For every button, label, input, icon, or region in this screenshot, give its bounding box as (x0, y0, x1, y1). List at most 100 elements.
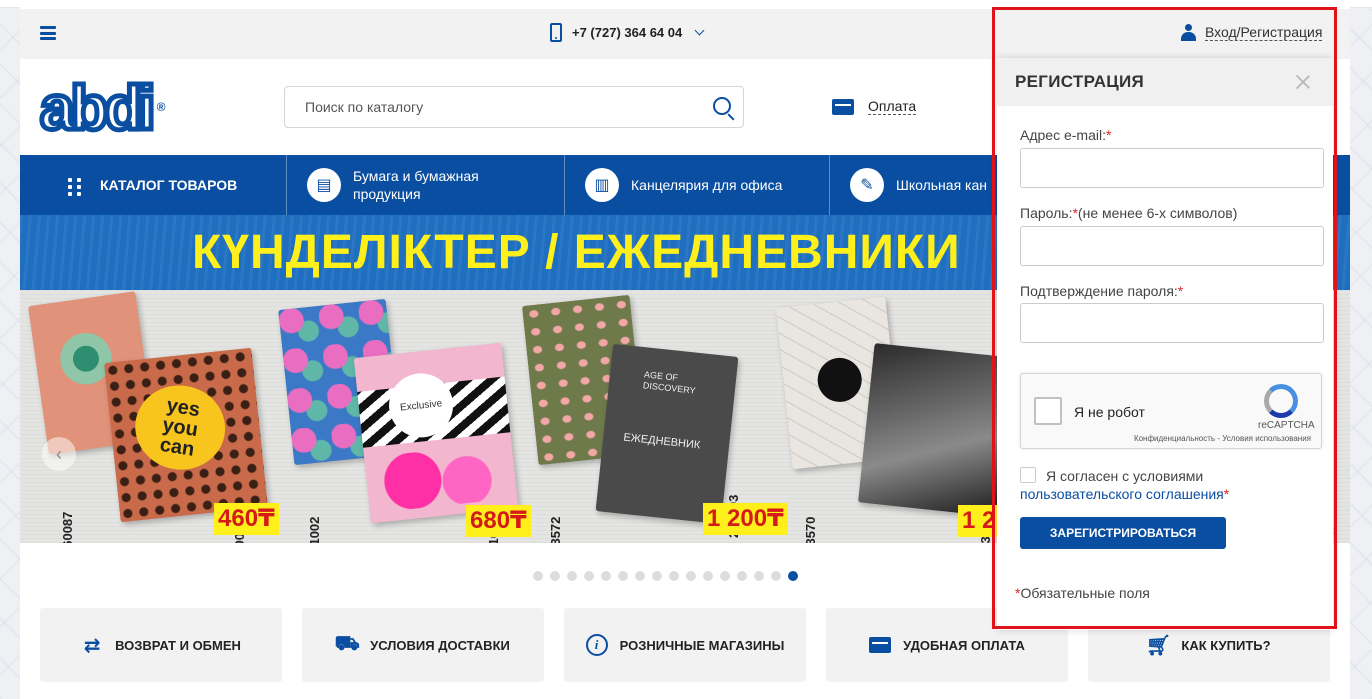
slider-dot[interactable] (669, 571, 679, 581)
abdi-logo[interactable]: abdi ® (37, 75, 165, 142)
recaptcha-terms[interactable]: Конфиденциальность - Условия использован… (1134, 434, 1311, 443)
sku-label: 253572 (548, 516, 563, 543)
feature-label: УДОБНАЯ ОПЛАТА (903, 637, 1025, 653)
slider-dot[interactable] (788, 571, 798, 581)
feature-label: ВОЗВРАТ И ОБМЕН (115, 637, 241, 653)
slider-dot[interactable] (584, 571, 594, 581)
password-field[interactable] (1020, 226, 1324, 266)
phone-selector[interactable]: +7 (727) 364 64 04 (550, 23, 705, 42)
chevron-down-icon (694, 25, 705, 36)
info-icon: i (585, 634, 608, 656)
close-icon[interactable] (1295, 74, 1311, 90)
required-asterisk: * (1177, 283, 1184, 299)
price-tag: 1 200₸ (703, 503, 788, 535)
card-icon (869, 634, 892, 656)
search-icon[interactable] (713, 97, 731, 115)
black-circle (815, 355, 864, 405)
binder-icon: ▥ (585, 168, 619, 202)
register-button[interactable]: ЗАРЕГИСТРИРОВАТЬСЯ (1020, 517, 1226, 549)
registration-modal: РЕГИСТРАЦИЯ Адрес e-mail:* Пароль:*(не м… (997, 58, 1333, 630)
slider-dot[interactable] (720, 571, 730, 581)
top-bar: +7 (727) 364 64 04 Вход/Регистрация (20, 9, 1350, 59)
slider-prev-button[interactable]: ‹ (42, 437, 76, 471)
catalog-menu-button[interactable]: КАТАЛОГ ТОВАРОВ (20, 155, 287, 215)
sku-label: 253570 (803, 516, 818, 543)
price-tag: 460₸ (214, 503, 279, 535)
confirm-password-field[interactable] (1020, 303, 1324, 343)
sku-label: 260087 (60, 511, 75, 543)
menu-icon[interactable] (40, 26, 56, 40)
required-asterisk: * (1223, 486, 1230, 502)
feature-delivery[interactable]: ⛟ УСЛОВИЯ ДОСТАВКИ (302, 608, 544, 682)
return-icon: ⇄ (83, 634, 101, 657)
slider-dot[interactable] (737, 571, 747, 581)
agree-label: Я согласен с условиями (1046, 468, 1204, 484)
modal-header: РЕГИСТРАЦИЯ (997, 58, 1333, 106)
recaptcha-label: Я не робот (1074, 404, 1145, 420)
slider-dot[interactable] (686, 571, 696, 581)
slider-dot[interactable] (635, 571, 645, 581)
diary-label: ЕЖЕДНЕВНИК (622, 431, 701, 452)
nav-item-label: Школьная кан (896, 177, 987, 193)
slider-dot[interactable] (533, 571, 543, 581)
required-fields-note: *Обязательные поля (1015, 585, 1150, 601)
slider-dot[interactable] (550, 571, 560, 581)
feature-stores[interactable]: i РОЗНИЧНЫЕ МАГАЗИНЫ (564, 608, 806, 682)
payment-label: Оплата (868, 98, 917, 115)
modal-title: РЕГИСТРАЦИЯ (1015, 72, 1145, 91)
phone-icon (550, 23, 562, 42)
payment-link[interactable]: Оплата (832, 98, 917, 115)
required-note-text: Обязательные поля (1020, 585, 1150, 601)
user-icon (1180, 24, 1197, 41)
pink-bubbles (374, 444, 500, 513)
diary-261001: Exclusive (353, 342, 519, 524)
diary-night (858, 343, 1014, 517)
cart-icon: 🛒︎ (1145, 634, 1172, 657)
slider-dot[interactable] (703, 571, 713, 581)
slider-dot[interactable] (601, 571, 611, 581)
grid-icon (68, 178, 82, 196)
diary-262203: AGE OF DISCOVERY ЕЖЕДНЕВНИК (595, 343, 739, 525)
recaptcha-brand: reCAPTCHA (1258, 420, 1315, 431)
school-supplies-icon: ✎ (850, 168, 884, 202)
slider-dot[interactable] (567, 571, 577, 581)
email-label: Адрес e-mail:* (1020, 127, 1111, 143)
age-of-discovery-title: AGE OF DISCOVERY (642, 369, 697, 396)
email-label-text: Адрес e-mail: (1020, 127, 1106, 143)
price-tag: 680₸ (466, 505, 531, 537)
confirm-password-label: Подтверждение пароля:* (1020, 283, 1183, 299)
price-tag: 1 2 (958, 505, 1000, 537)
confirm-label-text: Подтверждение пароля: (1020, 283, 1178, 299)
phone-number: +7 (727) 364 64 04 (572, 25, 683, 40)
slider-dot[interactable] (771, 571, 781, 581)
catalog-label: КАТАЛОГ ТОВАРОВ (100, 177, 238, 193)
registered-mark: ® (156, 100, 166, 114)
password-label: Пароль:*(не менее 6-х символов) (1020, 205, 1237, 221)
logo-text: abdi (37, 74, 157, 143)
recaptcha-checkbox[interactable] (1034, 397, 1062, 425)
banner-title: КҮНДЕЛІКТЕР / ЕЖЕДНЕВНИКИ (192, 226, 961, 279)
feature-label: УСЛОВИЯ ДОСТАВКИ (370, 637, 510, 653)
slider-dot[interactable] (652, 571, 662, 581)
diary-260090: yes you can (104, 347, 268, 523)
nav-item-label: Канцелярия для офиса (631, 177, 783, 193)
search-input[interactable] (285, 87, 685, 127)
yes-you-can-sticker: yes you can (129, 379, 232, 477)
sku-label: 261002 (307, 516, 322, 543)
password-label-text: Пароль: (1020, 205, 1073, 221)
feature-label: КАК КУПИТЬ? (1181, 637, 1271, 653)
feature-returns[interactable]: ⇄ ВОЗВРАТ И ОБМЕН (40, 608, 282, 682)
delivery-icon: ⛟ (334, 632, 360, 655)
slider-dot[interactable] (618, 571, 628, 581)
card-icon (832, 98, 854, 115)
paper-stack-icon: ▤ (307, 168, 341, 202)
slider-next-button[interactable]: › (1333, 522, 1338, 538)
login-link[interactable]: Вход/Регистрация (1180, 24, 1323, 41)
email-field[interactable] (1020, 148, 1324, 188)
nav-item-office[interactable]: ▥ Канцелярия для офиса (565, 155, 830, 215)
required-asterisk: * (1105, 127, 1112, 143)
password-hint: (не менее 6-х символов) (1077, 205, 1238, 221)
slider-dot[interactable] (754, 571, 764, 581)
user-agreement-link[interactable]: пользовательского соглашения (1020, 486, 1224, 502)
nav-item-paper[interactable]: ▤ Бумага и бумажная продукция (287, 155, 565, 215)
